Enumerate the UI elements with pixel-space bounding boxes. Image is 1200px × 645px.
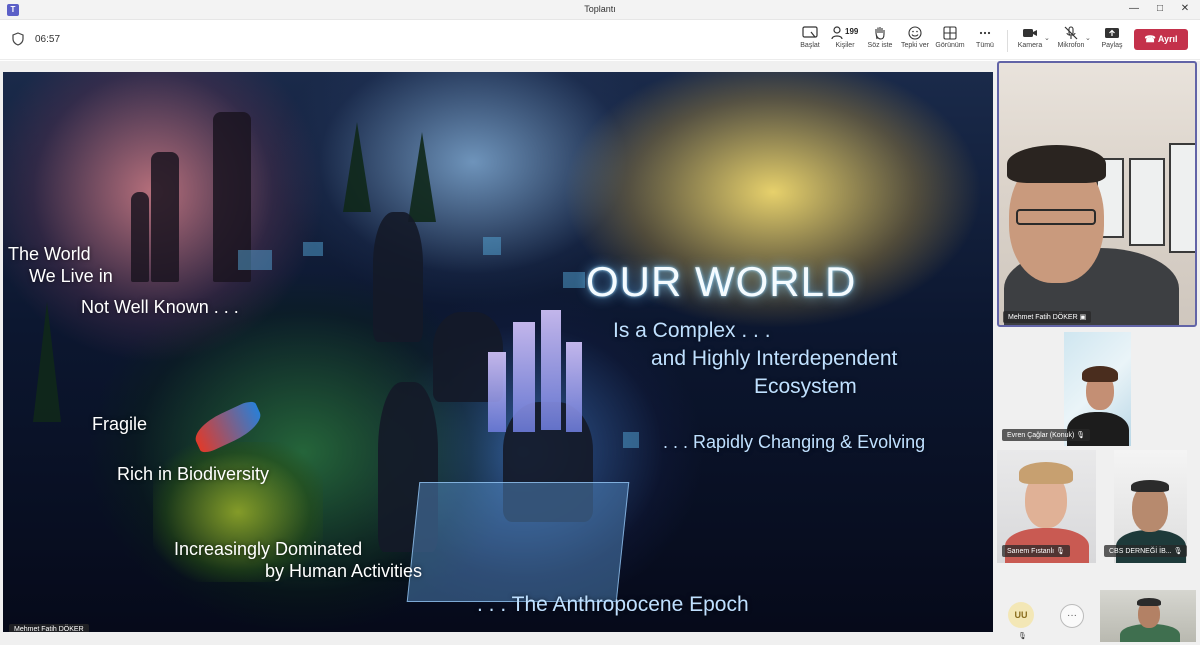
people-label: Kişiler bbox=[835, 42, 855, 49]
phone-hangup-icon: ☎ bbox=[1144, 34, 1156, 44]
digital-pixel bbox=[303, 242, 323, 256]
camera-icon bbox=[1023, 29, 1037, 37]
participant-name-tag: Evren Çağlar (Konuk) 🎙 bbox=[1002, 429, 1091, 441]
toolbar-divider bbox=[1007, 30, 1008, 52]
mic-off-icon: 🎙 bbox=[1018, 633, 1027, 640]
participant-name-tag: CBS DERNEĞİ İB... 🎙 bbox=[1104, 545, 1188, 557]
presenter-name-tag: Mehmet Fatih DÖKER bbox=[9, 624, 89, 632]
screen-start-icon bbox=[802, 26, 818, 38]
screen-share-icon: ▣ bbox=[1079, 314, 1087, 321]
shield-icon bbox=[12, 32, 24, 46]
react-button[interactable]: Tepki ver bbox=[895, 24, 935, 58]
explorer-figure bbox=[373, 212, 423, 342]
react-label: Tepki ver bbox=[900, 42, 929, 49]
slide-line: We Live in bbox=[29, 266, 113, 286]
city-model bbox=[566, 342, 582, 432]
slide-headline: OUR WORLD bbox=[586, 258, 857, 305]
background-window bbox=[1129, 158, 1165, 246]
meeting-toolbar: 06:57 Başlat 199 Kişiler Söz iste Tepki … bbox=[0, 20, 1200, 60]
participant-hair bbox=[1019, 462, 1073, 484]
slide-line: . . . The Anthropocene Epoch bbox=[477, 593, 749, 616]
people-count: 199 bbox=[845, 27, 859, 36]
slide-line: The World bbox=[8, 244, 91, 264]
leave-label: Ayrıl bbox=[1157, 34, 1178, 44]
participant-name: Sanem Fıstanlı bbox=[1007, 548, 1055, 555]
digital-pixel bbox=[238, 250, 272, 270]
view-label: Görünüm bbox=[935, 42, 965, 49]
title-bar: T Toplantı — □ ✕ bbox=[0, 0, 1200, 20]
participant-tile-main[interactable]: Mehmet Fatih DÖKER ▣ bbox=[997, 61, 1197, 327]
participant-name-tag: Mehmet Fatih DÖKER ▣ bbox=[1003, 311, 1092, 323]
participant-hair bbox=[1137, 598, 1161, 606]
close-icon[interactable]: ✕ bbox=[1178, 2, 1192, 16]
ellipsis-icon bbox=[979, 31, 991, 35]
slide-line: Increasingly Dominated bbox=[174, 539, 363, 559]
more-actions-button[interactable]: Tümü bbox=[965, 24, 1005, 58]
raise-hand-button[interactable]: Söz iste bbox=[860, 24, 900, 58]
hiker-silhouette bbox=[151, 152, 179, 282]
start-label: Başlat bbox=[800, 42, 820, 49]
raise-hand-label: Söz iste bbox=[867, 42, 893, 49]
more-participants-button[interactable]: ··· bbox=[1060, 604, 1084, 628]
digital-pixel bbox=[483, 237, 501, 255]
hand-icon bbox=[875, 27, 885, 40]
holographic-map bbox=[406, 482, 630, 602]
participant-tile-video[interactable] bbox=[1100, 590, 1196, 642]
mic-off-icon: 🎙 bbox=[1173, 548, 1183, 555]
microphone-chevron-down-icon[interactable]: ⌄ bbox=[1085, 34, 1091, 42]
view-button[interactable]: Görünüm bbox=[930, 24, 970, 58]
camera-chevron-down-icon[interactable]: ⌄ bbox=[1044, 34, 1050, 42]
slide-line: Not Well Known . . . bbox=[81, 297, 239, 317]
participant-hair bbox=[1007, 145, 1106, 183]
share-icon bbox=[1105, 28, 1119, 38]
hiker-silhouette bbox=[131, 192, 149, 282]
mic-off-icon bbox=[1064, 26, 1078, 40]
digital-pixel bbox=[563, 272, 585, 288]
participant-name: Mehmet Fatih DÖKER bbox=[1008, 314, 1078, 321]
slide-line: by Human Activities bbox=[265, 561, 423, 581]
start-button[interactable]: Başlat bbox=[790, 24, 830, 58]
maximize-icon[interactable]: □ bbox=[1153, 2, 1167, 16]
slide-subhead: Is a Complex . . . bbox=[613, 319, 771, 342]
share-button[interactable]: Paylaş bbox=[1092, 24, 1132, 58]
meeting-timer: 06:57 bbox=[35, 34, 61, 45]
slide-subhead: Ecosystem bbox=[754, 375, 857, 398]
participant-name: CBS DERNEĞİ İB... bbox=[1109, 548, 1172, 555]
glasses bbox=[1016, 209, 1096, 225]
more-actions-label: Tümü bbox=[976, 42, 994, 49]
participant-name-tag: Sanem Fıstanlı 🎙 bbox=[1002, 545, 1070, 557]
leave-button[interactable]: ☎ Ayrıl bbox=[1134, 29, 1188, 50]
minimize-icon[interactable]: — bbox=[1127, 2, 1141, 16]
city-model bbox=[541, 310, 561, 430]
background-window bbox=[1169, 143, 1195, 253]
window-title: Toplantı bbox=[584, 4, 616, 14]
slide-line: Rich in Biodiversity bbox=[117, 464, 270, 484]
slide-line: Fragile bbox=[92, 414, 148, 434]
people-button[interactable]: 199 Kişiler bbox=[825, 24, 865, 58]
camera-label: Kamera bbox=[1017, 42, 1043, 49]
mic-off-icon: 🎙 bbox=[1056, 548, 1065, 555]
city-model bbox=[513, 322, 535, 432]
participant-avatar[interactable]: UU bbox=[1008, 602, 1034, 628]
pine-tree bbox=[33, 302, 61, 422]
slide-subhead: and Highly Interdependent bbox=[651, 347, 898, 370]
shared-slide: The World We Live in Not Well Known . . … bbox=[3, 72, 993, 632]
mic-off-icon: 🎙 bbox=[1076, 432, 1086, 439]
share-label: Paylaş bbox=[1101, 42, 1123, 49]
grid-icon bbox=[943, 26, 957, 40]
microphone-label: Mikrofon bbox=[1057, 42, 1085, 49]
city-model bbox=[488, 352, 506, 432]
slide-subhead: . . . Rapidly Changing & Evolving bbox=[663, 432, 926, 452]
participant-hair bbox=[1082, 366, 1118, 382]
emoji-icon bbox=[908, 26, 922, 40]
digital-pixel bbox=[623, 432, 639, 448]
pine-tree bbox=[343, 122, 371, 212]
participant-hair bbox=[1131, 480, 1169, 492]
pine-tree bbox=[408, 132, 436, 222]
participant-name: Evren Çağlar (Konuk) bbox=[1007, 432, 1075, 439]
